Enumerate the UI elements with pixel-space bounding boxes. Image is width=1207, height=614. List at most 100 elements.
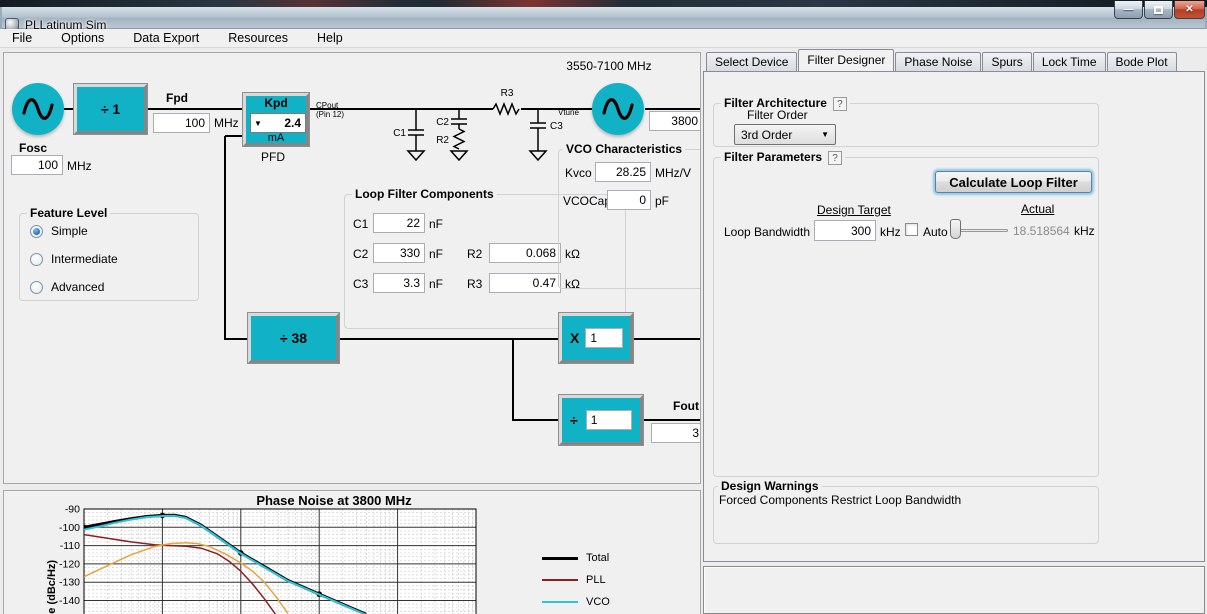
svg-text:-120: -120 [59,558,80,570]
n-divider-block: ÷ 38 [247,312,340,364]
tab-filter-designer[interactable]: Filter Designer [798,49,895,71]
client-area: C1 C2 R2 R3 C3 Vtune ÷ 1 Fpd MHz [0,48,1207,614]
reference-oscillator-icon [12,83,64,135]
chart-legend: Total PLL VCO [542,547,610,613]
radio-simple[interactable]: Simple [30,224,88,238]
vco-range-label: 3550-7100 MHz [566,59,652,73]
svg-text:-110: -110 [60,540,80,552]
r2-label: R2 [467,247,483,261]
kvco-unit: MHz/V [655,166,691,180]
vco-frequency-input[interactable] [649,111,700,131]
menu-options[interactable]: Options [51,29,114,48]
maximize-icon [1154,5,1163,14]
c2-input[interactable] [373,243,425,263]
maximize-button[interactable] [1144,1,1173,19]
radio-advanced-label: Advanced [51,280,105,294]
fpd-unit: MHz [214,116,239,130]
multiplier-input[interactable] [585,328,624,348]
close-button[interactable]: ✕ [1174,1,1205,19]
calculate-loop-filter-button[interactable]: Calculate Loop Filter [935,171,1092,193]
help-icon[interactable]: ? [828,150,843,165]
loop-filter-circuit [406,101,548,162]
feature-level-group: Feature Level Simple Intermediate Advanc… [19,206,199,301]
cpout-label: CPout (Pin 12) [316,101,345,119]
titlebar[interactable]: PLLatinum Sim [0,7,1207,32]
radio-intermediate[interactable]: Intermediate [30,252,118,266]
right-panel: Select Device Filter Designer Phase Nois… [703,49,1205,562]
fout-label: Fout [673,399,699,413]
tab-phase-noise[interactable]: Phase Noise [895,52,982,71]
radio-advanced[interactable]: Advanced [30,280,104,294]
filter-order-value: 3rd Order [741,127,793,142]
n-divider-label: ÷ 38 [279,330,308,346]
bandwidth-slider-thumb[interactable] [950,219,961,239]
fout-input[interactable] [651,423,700,443]
svg-text:-100: -100 [59,522,80,534]
feature-level-title: Feature Level [27,206,111,220]
fosc-label: Fosc [19,141,48,155]
menu-bar: File Options Data Export Resources Help [0,29,1207,48]
legend-line-sample [542,579,578,581]
r3-input[interactable] [489,273,561,293]
design-warning-message: Forced Components Restrict Loop Bandwidt… [719,493,962,507]
auto-label: Auto [923,225,948,239]
tab-bode-plot[interactable]: Bode Plot [1106,52,1177,71]
minimize-button[interactable]: — [1114,1,1143,19]
c1-unit: nF [429,217,444,231]
sine-wave-icon [602,98,634,120]
c2-unit: nF [429,247,444,261]
tab-lock-time[interactable]: Lock Time [1032,52,1106,71]
c1-label: C1 [353,217,369,231]
loop-bandwidth-label: Loop Bandwidth [724,225,811,239]
design-warnings-group: Design Warnings Forced Components Restri… [713,479,1099,544]
vtune-label: Vtune [558,108,579,117]
r2-input[interactable] [489,243,561,263]
c1-input[interactable] [373,213,425,233]
output-divider-block: ÷ [558,394,644,446]
legend-line-sample [542,556,578,560]
bandwidth-slider-track[interactable] [957,229,1008,232]
fpd-input[interactable] [153,113,210,133]
auto-checkbox[interactable] [905,223,918,236]
actual-bandwidth-value: 18.518564 [1013,224,1070,238]
right-bottom-panel [703,566,1205,614]
kpd-title: Kpd [264,96,288,110]
c3-input[interactable] [373,273,425,293]
menu-data-export[interactable]: Data Export [123,29,209,48]
legend-item-pll: PLL [542,569,610,591]
multiplier-prefix: X [570,330,580,346]
filter-architecture-group: Filter Architecture? Filter Order 3rd Or… [713,96,1099,147]
c3-unit: nF [429,277,444,291]
kpd-combo[interactable]: ▼ 2.4 [250,113,306,133]
svg-text:-140: -140 [59,595,80,607]
filter-order-combo[interactable]: 3rd Order ▼ [734,124,836,145]
menu-resources[interactable]: Resources [218,29,298,48]
ground-symbol-c3 [528,150,548,162]
fosc-input[interactable] [11,155,63,175]
background-window-strip [0,0,1207,7]
kvco-input[interactable] [595,162,651,182]
ground-symbol-c1 [406,150,426,162]
r3-ref-label: R3 [501,88,514,99]
fosc-unit: MHz [67,159,92,173]
filter-designer-page: Filter Architecture? Filter Order 3rd Or… [703,71,1205,562]
menu-file[interactable]: File [2,29,42,48]
output-divider-input[interactable] [585,410,632,430]
c3-ref-label: C3 [550,121,563,132]
legend-label: PLL [586,574,606,586]
loop-bandwidth-input[interactable] [814,220,876,241]
pll-diagram-panel: C1 C2 R2 R3 C3 Vtune ÷ 1 Fpd MHz [3,52,701,484]
multiplier-block: X [558,312,634,364]
c2-label: C2 [353,247,369,261]
filter-parameters-group: Filter Parameters? Calculate Loop Filter… [713,150,1099,477]
reference-divider-block: ÷ 1 [73,83,148,135]
tab-select-device[interactable]: Select Device [706,52,798,71]
tab-spurs[interactable]: Spurs [982,52,1032,71]
r2-ref-label: R2 [436,135,449,146]
help-icon[interactable]: ? [832,96,847,111]
radio-icon [30,280,43,294]
chart-y-axis-label: Phase Noise (dBc/Hz) [46,560,58,614]
c2-ref-label: C2 [436,117,449,128]
menu-help[interactable]: Help [307,29,353,48]
vcocap-input[interactable] [607,190,651,210]
